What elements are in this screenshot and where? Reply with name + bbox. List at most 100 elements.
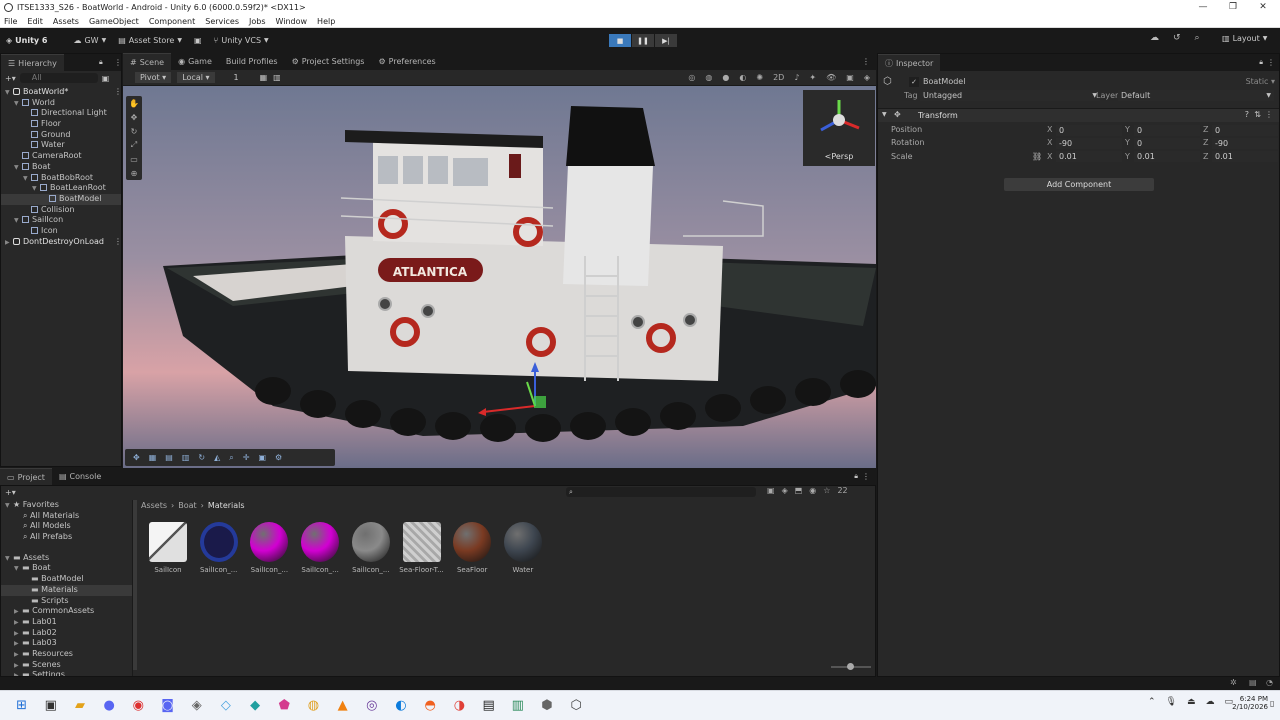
tag-icon[interactable]: ⬒ (795, 486, 803, 495)
hierarchy-row[interactable]: Water (1, 140, 121, 151)
object-name-field[interactable]: BoatModel (923, 76, 965, 88)
scale-y-field[interactable]: 0.01 (1134, 151, 1200, 163)
orientation-gizmo[interactable]: <Persp (803, 90, 875, 166)
view-tool-icon[interactable]: ✋ (126, 96, 142, 110)
position-x-field[interactable]: 0 (1056, 124, 1122, 136)
hierarchy-row[interactable]: ▼ BoatLeanRoot (1, 183, 121, 194)
2d-toggle-icon[interactable]: 2D (773, 73, 784, 82)
menu-assets[interactable]: Assets (53, 17, 79, 26)
zoom-slider-handle[interactable] (847, 663, 854, 670)
create-add-icon[interactable]: +▾ (5, 488, 16, 497)
unity-hub-icon[interactable]: ⬢ (534, 693, 560, 719)
position-z-field[interactable]: 0 (1212, 124, 1278, 136)
hierarchy-row[interactable]: Directional Light (1, 108, 121, 119)
audio-icon[interactable]: ♪ (794, 73, 799, 82)
chrome-dev-icon[interactable]: ◉ (125, 693, 151, 719)
tab-preferences[interactable]: ⚙ Preferences (371, 53, 443, 70)
unity-icon[interactable]: ⬡ (563, 693, 589, 719)
rect-tool-icon[interactable]: ▭ (126, 152, 142, 166)
folder-row[interactable]: ▶ ▬ Settings (1, 670, 132, 676)
hierarchy-row[interactable]: Icon (1, 226, 121, 237)
obs-icon[interactable]: ◎ (359, 693, 385, 719)
hierarchy-row[interactable]: Collision (1, 205, 121, 216)
hierarchy-row[interactable]: ▼ BoatWorld* ⋮ (1, 87, 122, 98)
misc-e-icon[interactable]: ◍ (300, 693, 326, 719)
transform-header[interactable]: ▼ ✥ Transform ? ⇅ ⋮ (878, 108, 1279, 122)
menu-gameobject[interactable]: GameObject (89, 17, 139, 26)
package-icon-button[interactable]: ▣ (188, 28, 208, 53)
edge-icon[interactable]: ◐ (388, 693, 414, 719)
menu-window[interactable]: Window (276, 17, 308, 26)
breadcrumb-boat[interactable]: Boat (178, 501, 196, 510)
constrain-proportions-icon[interactable]: ⛓ (1032, 151, 1042, 163)
kebab-menu-icon[interactable]: ⋮ (114, 87, 122, 98)
gizmos-icon[interactable]: ◈ (864, 73, 870, 82)
overlay-stack-icon[interactable]: ▣ (258, 453, 266, 462)
unity-vcs-dropdown[interactable]: ⑂ Unity VCS ▼ (208, 28, 275, 53)
hierarchy-row[interactable]: Ground (1, 130, 121, 141)
hierarchy-row[interactable]: ▶ DontDestroyOnLoad ⋮ (1, 237, 122, 248)
folder-row[interactable]: ▬ Scripts (1, 596, 132, 607)
kebab-menu-icon[interactable]: ⋮ (1267, 58, 1275, 67)
menu-component[interactable]: Component (149, 17, 195, 26)
foldout-icon[interactable]: ▶ (14, 671, 22, 676)
lock-icon[interactable]: 🔒︎ (99, 58, 103, 67)
menu-jobs[interactable]: Jobs (249, 17, 266, 26)
tab-project[interactable]: ▭ Project (0, 468, 52, 485)
transform-tool-icon[interactable]: ⊕ (126, 166, 142, 180)
maximize-button[interactable]: ❐ (1218, 0, 1248, 15)
menu-file[interactable]: File (4, 17, 17, 26)
shading-shaded-icon[interactable]: ● (722, 73, 729, 82)
asset-item[interactable]: SailIcon_... (348, 522, 394, 574)
favorite-all-models[interactable]: ⌕ All Models (1, 521, 132, 532)
breadcrumb-assets[interactable]: Assets (141, 501, 167, 510)
favorite-star-icon[interactable]: ☆ (823, 486, 830, 495)
chrome-icon[interactable]: ◑ (446, 693, 472, 719)
effects-icon[interactable]: ✦ (809, 73, 816, 82)
filter-label-icon[interactable]: ◈ (782, 486, 788, 495)
position-y-field[interactable]: 0 (1134, 124, 1200, 136)
folder-row[interactable]: ▼ ▬ Assets (1, 553, 132, 564)
static-toggle[interactable]: Static ▾ (1246, 76, 1275, 88)
scale-z-field[interactable]: 0.01 (1212, 151, 1278, 163)
folder-row[interactable]: ▬ Materials (1, 584, 132, 596)
favorites-header[interactable]: ▼ ★ Favorites (1, 500, 132, 511)
layout-dropdown[interactable]: ▥ Layout ▼ (1222, 34, 1267, 43)
task-view-icon[interactable]: ▣ (38, 693, 64, 719)
folder-row[interactable]: ▼ ▬ Boat (1, 563, 132, 574)
hierarchy-row[interactable]: ▼ Boat (1, 162, 121, 173)
folder-row[interactable]: ▶ ▬ Lab01 (1, 617, 132, 628)
search-options-icon[interactable]: ▣ (102, 74, 110, 83)
close-button[interactable]: ✕ (1248, 0, 1278, 15)
notifications-icon[interactable]: ▯ (1270, 699, 1274, 708)
tag-dropdown[interactable]: Untagged ▼ (920, 90, 1100, 101)
windows-start-icon[interactable]: ⊞ (9, 693, 35, 719)
file-explorer-icon[interactable]: ▰ (67, 693, 93, 719)
asset-item[interactable]: SailIcon_... (297, 522, 343, 574)
overlay-grid-icon[interactable]: ▦ (149, 453, 157, 462)
tab-scene[interactable]: # Scene (123, 53, 172, 70)
hierarchy-row[interactable]: CameraRoot (1, 151, 121, 162)
rotation-z-field[interactable]: -90 (1212, 137, 1278, 149)
folder-row[interactable]: ▬ BoatModel (1, 574, 132, 585)
visibility-icon[interactable]: 👁︎ (826, 73, 836, 82)
vlc-icon[interactable]: ▲ (330, 693, 356, 719)
folder-row[interactable]: ▶ ▬ Scenes (1, 660, 132, 671)
asset-item[interactable]: SeaFloor (449, 522, 495, 574)
unity-account-menu[interactable]: ◈ Unity 6 (0, 28, 53, 53)
discord-alt-icon[interactable]: ● (96, 693, 122, 719)
firefox-icon[interactable]: ◓ (417, 693, 443, 719)
overlay-settings-icon[interactable]: ⚙ (275, 453, 282, 462)
hierarchy-row[interactable]: BoatModel (1, 193, 121, 205)
step-button[interactable]: ▶| (655, 34, 677, 47)
add-icon[interactable]: +▾ (5, 74, 16, 83)
rotation-x-field[interactable]: -90 (1056, 137, 1122, 149)
tab-inspector[interactable]: ⓘ Inspector (878, 54, 941, 71)
kebab-menu-icon[interactable]: ⋮ (114, 237, 122, 248)
menu-edit[interactable]: Edit (27, 17, 43, 26)
status-progress-icon[interactable]: ◔ (1266, 678, 1273, 687)
breadcrumb-materials[interactable]: Materials (208, 501, 245, 510)
scale-x-field[interactable]: 0.01 (1056, 151, 1122, 163)
clock[interactable]: 6:24 PM 2/10/2026 (1226, 695, 1268, 711)
overlay-pivot-icon[interactable]: ✛ (243, 453, 250, 462)
